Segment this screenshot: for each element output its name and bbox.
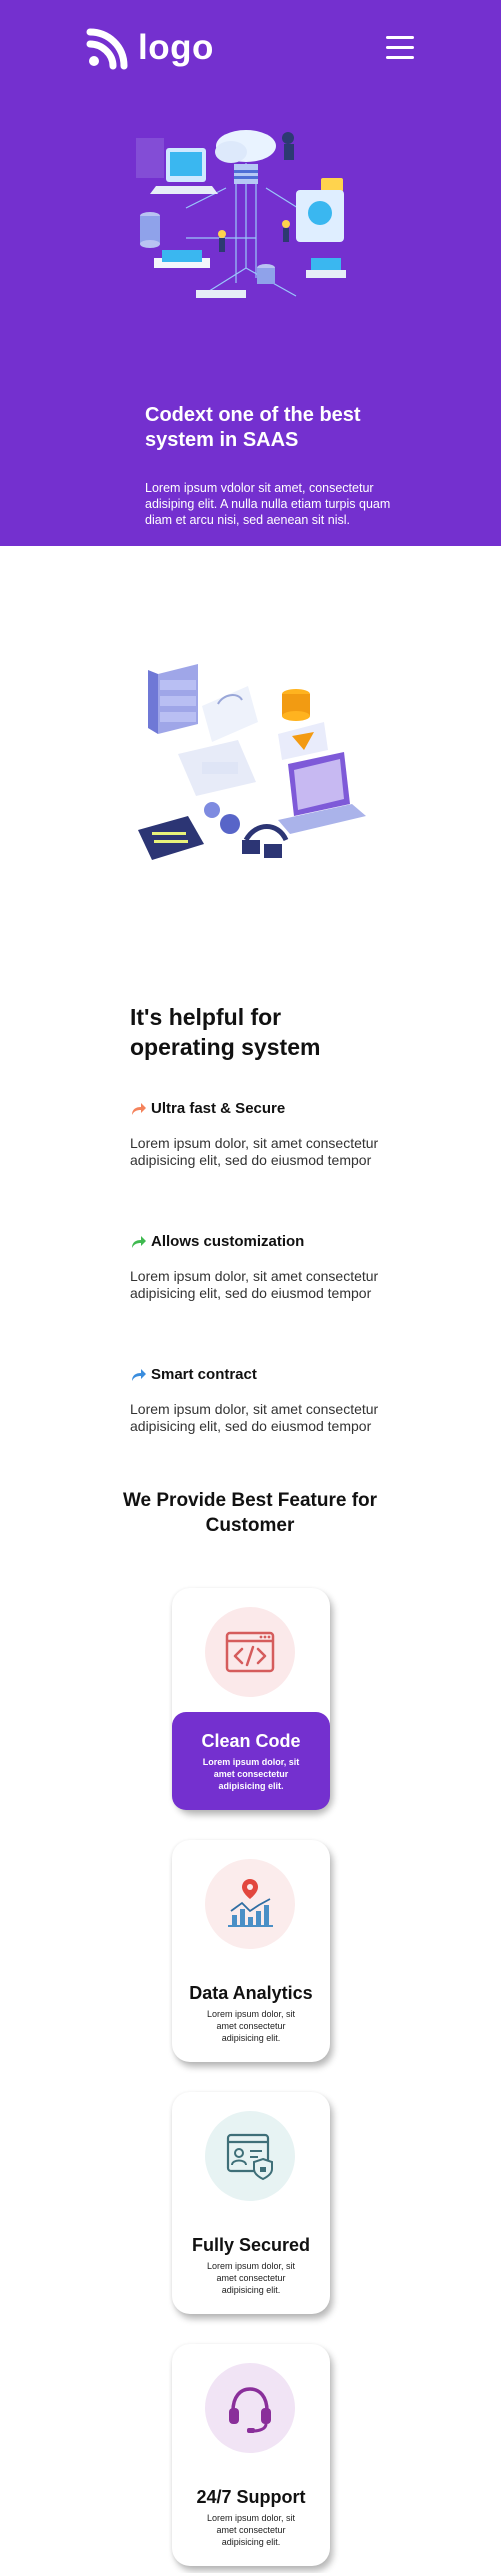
card-text: Lorem ipsum dolor, sit amet consectetur … [202, 1757, 300, 1791]
feature-text: Lorem ipsum dolor, sit amet consectetur … [130, 1135, 379, 1168]
feature-item-fast-secure: Ultra fast & Secure Lorem ipsum dolor, s… [130, 1100, 390, 1169]
section-title-helpful: It's helpful for operating system [130, 1004, 321, 1060]
card-title: Fully Secured [191, 2235, 311, 2255]
hero-title: Codext one of the best system in SAAS [145, 404, 361, 451]
feature-text: Lorem ipsum dolor, sit amet consectetur … [130, 1401, 379, 1434]
share-arrow-icon [132, 1368, 146, 1381]
section-title-provide: We Provide Best Feature for Customer [122, 1490, 378, 1536]
card-body: 24/7 Support Lorem ipsum dolor, sit amet… [172, 2468, 330, 2566]
hero-section: logo Codext one of the best system in SA… [0, 0, 501, 546]
feature-text: Lorem ipsum dolor, sit amet consectetur … [130, 1268, 379, 1301]
card-title: Clean Code [201, 1731, 301, 1751]
card-body: Data Analytics Lorem ipsum dolor, sit am… [172, 1964, 330, 2062]
card-title: 24/7 Support [196, 2487, 306, 2507]
hero-text: Lorem ipsum vdolor sit amet, consectetur… [145, 481, 391, 527]
feature-card-support[interactable]: 24/7 Support Lorem ipsum dolor, sit amet… [172, 2344, 330, 2566]
feature-label: Ultra fast & Secure [151, 1100, 286, 1117]
feature-label: Smart contract [151, 1366, 257, 1383]
logo-icon [86, 28, 128, 70]
card-text: Lorem ipsum dolor, sit amet consectetur … [206, 2261, 296, 2295]
logo-text: logo [138, 28, 214, 67]
feature-card-fully-secured[interactable]: Fully Secured Lorem ipsum dolor, sit ame… [172, 2092, 330, 2314]
feature-item-smart-contract: Smart contract Lorem ipsum dolor, sit am… [130, 1366, 390, 1435]
card-body: Fully Secured Lorem ipsum dolor, sit ame… [172, 2216, 330, 2314]
code-window-icon [205, 1607, 295, 1697]
feature-label: Allows customization [151, 1233, 305, 1250]
feature-item-customization: Allows customization Lorem ipsum dolor, … [130, 1233, 390, 1302]
logo[interactable]: logo [86, 26, 214, 70]
card-text: Lorem ipsum dolor, sit amet consectetur … [206, 2009, 296, 2043]
hero-cloud-network-illustration [136, 130, 346, 298]
headset-icon [205, 2363, 295, 2453]
server-devices-illustration [138, 664, 366, 860]
share-arrow-icon [132, 1235, 146, 1248]
feature-card-clean-code[interactable]: Clean Code Lorem ipsum dolor, sit amet c… [172, 1588, 330, 1810]
card-body: Clean Code Lorem ipsum dolor, sit amet c… [172, 1712, 330, 1810]
share-arrow-icon [132, 1102, 146, 1115]
feature-card-data-analytics[interactable]: Data Analytics Lorem ipsum dolor, sit am… [172, 1840, 330, 2062]
card-text: Lorem ipsum dolor, sit amet consectetur … [206, 2513, 296, 2547]
analytics-chart-icon [205, 1859, 295, 1949]
card-title: Data Analytics [189, 1983, 313, 2003]
secure-profile-icon [205, 2111, 295, 2201]
menu-icon[interactable] [386, 36, 414, 60]
